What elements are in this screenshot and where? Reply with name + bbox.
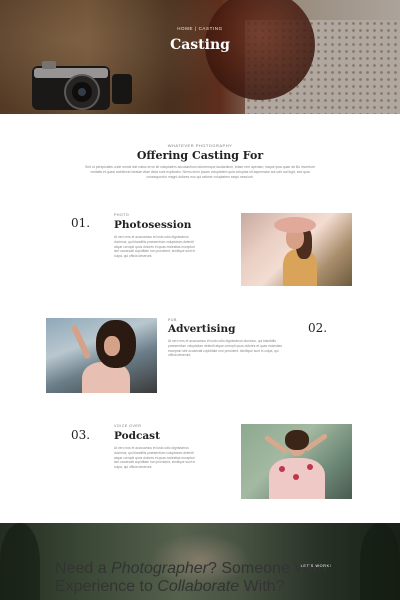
service-title: Photosession	[114, 219, 192, 231]
cta-highlight: Collaborate	[157, 578, 240, 595]
photosession-image	[241, 213, 352, 286]
cta-text-part: With?	[239, 578, 285, 595]
photo-hat	[274, 217, 316, 233]
service-text: At vero eos et accusamus et iusto odio d…	[168, 339, 282, 358]
cta-text-part: Need a	[55, 560, 112, 577]
service-number: 03.	[71, 428, 91, 442]
service-number: 01.	[71, 216, 91, 230]
photo-flower	[279, 466, 285, 472]
podcast-image	[241, 424, 352, 499]
intro-eyebrow: Whatever photography	[167, 143, 233, 148]
advertising-image	[46, 318, 157, 393]
hero-overlay	[0, 0, 400, 114]
cta-text: Need a Photographer? Someone With Experi…	[55, 560, 400, 596]
page-title: Casting	[170, 37, 230, 53]
breadcrumb[interactable]: Home | Casting	[0, 26, 400, 31]
service-number: 02.	[308, 321, 328, 335]
photo-flower	[307, 464, 313, 470]
photo-hair	[285, 430, 309, 450]
photo-face	[104, 336, 120, 356]
photo-arm	[70, 324, 92, 360]
service-eyebrow: Photo	[114, 213, 130, 217]
service-text: At vero eos et accusamus et iusto odio d…	[114, 446, 196, 470]
service-eyebrow: Voice over	[114, 424, 142, 428]
service-title: Advertising	[168, 323, 236, 335]
service-text: At vero eos et accusamus et iusto odio d…	[114, 235, 196, 259]
intro-title: Offering Casting For	[136, 149, 264, 162]
service-eyebrow: Pub	[168, 318, 177, 322]
hero-banner: Home | Casting Casting	[0, 0, 400, 114]
service-title: Podcast	[114, 430, 160, 442]
intro-text: Sed ut perspiciatis unde omnis iste natu…	[85, 165, 315, 179]
cta-highlight: Photographer	[111, 560, 209, 577]
lets-work-button[interactable]: Let's work!	[296, 561, 336, 571]
photo-flower	[293, 474, 299, 480]
